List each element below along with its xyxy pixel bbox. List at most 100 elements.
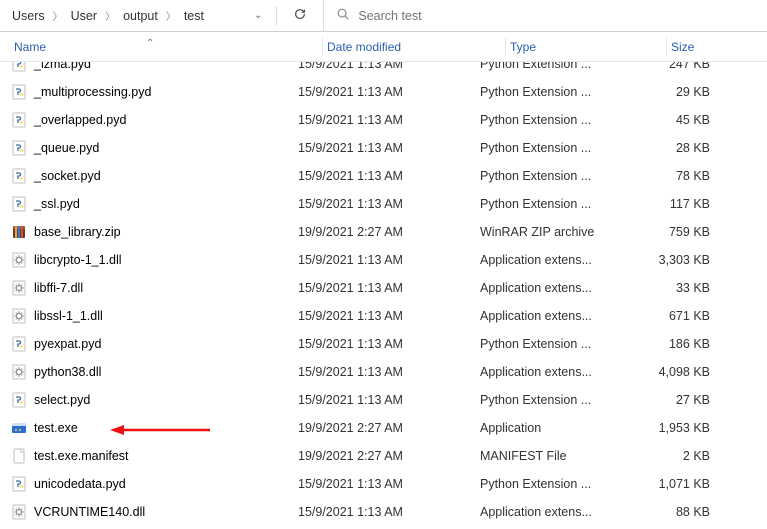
file-row[interactable]: test.exe.manifest 19/9/2021 2:27 AMMANIFE… [0, 442, 767, 470]
file-type: Python Extension ... [480, 169, 640, 183]
column-header-name[interactable]: Name ⌃ [10, 40, 322, 54]
file-type: Python Extension ... [480, 85, 640, 99]
file-row[interactable]: test.exe19/9/2021 2:27 AMApplication1,95… [0, 414, 767, 442]
file-size: 3,303 KB [640, 253, 720, 267]
file-type: Python Extension ... [480, 113, 640, 127]
file-name-cell: python38.dll [10, 363, 298, 381]
file-date: 19/9/2021 2:27 AM [298, 449, 480, 463]
exe-icon [10, 419, 28, 437]
file-name: python38.dll [34, 365, 101, 379]
separator [276, 6, 277, 26]
file-date: 15/9/2021 1:13 AM [298, 393, 480, 407]
file-size: 28 KB [640, 141, 720, 155]
file-row[interactable]: python38.dll15/9/2021 1:13 AMApplication… [0, 358, 767, 386]
file-row[interactable]: libssl-1_1.dll15/9/2021 1:13 AMApplicati… [0, 302, 767, 330]
file-type: WinRAR ZIP archive [480, 225, 640, 239]
dll-icon [10, 503, 28, 521]
file-name-cell: unicodedata.pyd [10, 475, 298, 493]
file-size: 671 KB [640, 309, 720, 323]
file-size: 247 KB [640, 62, 720, 71]
file-size: 4,098 KB [640, 365, 720, 379]
file-row[interactable]: VCRUNTIME140.dll15/9/2021 1:13 AMApplica… [0, 498, 767, 526]
sort-chevron-icon: ⌃ [146, 38, 154, 49]
file-date: 15/9/2021 1:13 AM [298, 113, 480, 127]
search-box[interactable] [323, 0, 761, 31]
file-date: 15/9/2021 1:13 AM [298, 141, 480, 155]
address-toolbar: Users 〉 User 〉 output 〉 test ⌄ [0, 0, 767, 32]
file-row[interactable]: _lzma.pyd15/9/2021 1:13 AMPython Extensi… [0, 62, 767, 78]
file-size: 78 KB [640, 169, 720, 183]
breadcrumb-segment[interactable]: Users [10, 9, 47, 23]
file-row[interactable]: pyexpat.pyd 15/9/2021 1:13 AMPython Exten… [0, 330, 767, 358]
file-name: _multiprocessing.pyd [34, 85, 151, 99]
file-size: 88 KB [640, 505, 720, 519]
file-size: 45 KB [640, 113, 720, 127]
file-row[interactable]: libffi-7.dll15/9/2021 1:13 AMApplication… [0, 274, 767, 302]
file-size: 1,071 KB [640, 477, 720, 491]
file-name-cell: VCRUNTIME140.dll [10, 503, 298, 521]
breadcrumb-segment[interactable]: test [182, 9, 206, 23]
breadcrumb-segment[interactable]: output [121, 9, 160, 23]
file-date: 15/9/2021 1:13 AM [298, 505, 480, 519]
py-icon [10, 139, 28, 157]
history-dropdown[interactable]: ⌄ [250, 6, 266, 25]
file-name: libcrypto-1_1.dll [34, 253, 122, 267]
column-header-date[interactable]: Date modified [323, 40, 505, 54]
column-header-label: Name [14, 40, 46, 54]
file-name-cell: test.exe [10, 419, 298, 437]
file-type: Python Extension ... [480, 337, 640, 351]
file-name-cell: _ssl.pyd [10, 195, 298, 213]
file-size: 29 KB [640, 85, 720, 99]
file-type: Python Extension ... [480, 62, 640, 71]
refresh-button[interactable] [287, 3, 313, 28]
file-name-cell: pyexpat.pyd [10, 335, 298, 353]
file-icon [10, 447, 28, 465]
py-icon [10, 111, 28, 129]
dll-icon [10, 279, 28, 297]
file-size: 33 KB [640, 281, 720, 295]
file-type: Application extens... [480, 505, 640, 519]
file-row[interactable]: _queue.pyd15/9/2021 1:13 AMPython Extens… [0, 134, 767, 162]
file-row[interactable]: unicodedata.pyd15/9/2021 1:13 AMPython E… [0, 470, 767, 498]
file-date: 15/9/2021 1:13 AM [298, 253, 480, 267]
file-size: 117 KB [640, 197, 720, 211]
breadcrumb[interactable]: Users 〉 User 〉 output 〉 test [6, 8, 206, 23]
file-type: Python Extension ... [480, 477, 640, 491]
file-date: 15/9/2021 1:13 AM [298, 169, 480, 183]
file-date: 15/9/2021 1:13 AM [298, 197, 480, 211]
file-row[interactable]: _ssl.pyd15/9/2021 1:13 AMPython Extensio… [0, 190, 767, 218]
column-header-type[interactable]: Type [506, 40, 666, 54]
file-type: Python Extension ... [480, 393, 640, 407]
file-name-cell: _socket.pyd [10, 167, 298, 185]
file-row[interactable]: _multiprocessing.pyd 15/9/2021 1:13 AMPyt… [0, 78, 767, 106]
file-date: 15/9/2021 1:13 AM [298, 477, 480, 491]
search-icon [336, 7, 350, 24]
file-name-cell: _multiprocessing.pyd [10, 83, 298, 101]
column-header-size[interactable]: Size [667, 40, 747, 54]
search-input[interactable] [358, 9, 761, 23]
file-name-cell: libssl-1_1.dll [10, 307, 298, 325]
chevron-right-icon: 〉 [99, 8, 121, 23]
file-name-cell: _overlapped.pyd [10, 111, 298, 129]
file-name-cell: libcrypto-1_1.dll [10, 251, 298, 269]
file-size: 27 KB [640, 393, 720, 407]
file-name: pyexpat.pyd [34, 337, 101, 351]
dll-icon [10, 363, 28, 381]
file-type: MANIFEST File [480, 449, 640, 463]
column-headers: Name ⌃ Date modified Type Size [0, 32, 767, 62]
breadcrumb-segment[interactable]: User [69, 9, 99, 23]
file-row[interactable]: libcrypto-1_1.dll15/9/2021 1:13 AMApplic… [0, 246, 767, 274]
file-row[interactable]: _overlapped.pyd 15/9/2021 1:13 AMPython E… [0, 106, 767, 134]
file-row[interactable]: _socket.pyd15/9/2021 1:13 AMPython Exten… [0, 162, 767, 190]
file-name: test.exe.manifest [34, 449, 129, 463]
file-date: 15/9/2021 1:13 AM [298, 85, 480, 99]
file-name: _overlapped.pyd [34, 113, 126, 127]
file-name: libssl-1_1.dll [34, 309, 103, 323]
file-date: 19/9/2021 2:27 AM [298, 421, 480, 435]
file-date: 15/9/2021 1:13 AM [298, 337, 480, 351]
file-size: 2 KB [640, 449, 720, 463]
file-row[interactable]: select.pyd15/9/2021 1:13 AMPython Extens… [0, 386, 767, 414]
file-name-cell: libffi-7.dll [10, 279, 298, 297]
file-row[interactable]: base_library.zip19/9/2021 2:27 AMWinRAR … [0, 218, 767, 246]
file-size: 186 KB [640, 337, 720, 351]
